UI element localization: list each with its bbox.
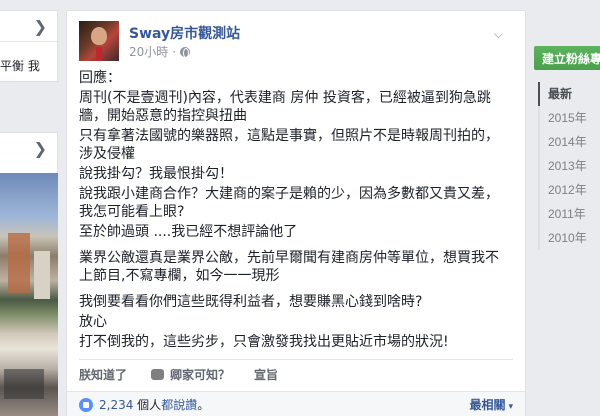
timeline-item-2015[interactable]: 2015年 (540, 106, 600, 130)
timeline-year-nav: 最新 2015年 2014年 2013年 2012年 2011年 2010年 (538, 82, 600, 250)
like-count-link[interactable]: 都說讚 (161, 398, 197, 412)
avatar-tie (96, 47, 102, 61)
like-count-unit: 個人 (133, 398, 162, 412)
comment-button[interactable]: 卿家可知？ (151, 366, 230, 383)
comment-icon (151, 369, 165, 380)
left-column: ❯ 平衡 我 ❯ (0, 0, 58, 416)
comment-label: 卿家可知？ (170, 368, 231, 382)
post-line: 回應： (79, 70, 121, 86)
action-bar: 朕知道了 卿家可知？ 宣旨 (79, 359, 513, 389)
post-line: 至於帥過頭 ....我已經不想評論他了 (79, 224, 298, 240)
post-meta: 20小時 · (129, 43, 191, 60)
building-shape (4, 369, 44, 399)
chevron-right-icon[interactable]: ❯ (34, 17, 47, 36)
post-line: 周刊(不是壹週刊)內容，代表建商 房仲 投資客，已經被逼到狗急跳牆，開始惡意的指… (79, 90, 491, 124)
left-card-photo: ❯ (0, 132, 58, 416)
timeline-item-latest[interactable]: 最新 (538, 82, 600, 106)
like-label: 朕知道了 (79, 368, 128, 382)
page-name-link[interactable]: Sway房市觀測站 (129, 23, 240, 43)
like-count-text: 2,234 個人都說讚。 (99, 396, 209, 413)
share-label: 宣旨 (254, 368, 279, 382)
city-photo[interactable] (0, 173, 58, 416)
divider (0, 41, 57, 42)
caret-down-icon: ▾ (508, 402, 513, 412)
post-body: 回應： 周刊(不是壹週刊)內容，代表建商 房仲 投資客，已經被逼到狗急跳牆，開始… (79, 69, 509, 353)
chevron-down-icon[interactable]: ⌵ (494, 27, 503, 42)
left-card-top: ❯ 平衡 我 (0, 10, 58, 82)
like-icon (79, 397, 93, 412)
left-card-text: 平衡 我 (0, 59, 40, 73)
create-page-button[interactable]: 建立粉絲專頁 (534, 46, 600, 70)
sort-label: 最相關 (469, 398, 506, 412)
post-card: Sway房市觀測站 20小時 · ⌵ 回應： 周刊(不是壹週刊)內容，代表建商 … (66, 10, 526, 416)
globe-icon (180, 46, 191, 58)
post-line: 只有拿著法國號的樂器照，這點是事實，但照片不是時報周刊拍的，涉及侵權 (79, 128, 499, 162)
like-count[interactable]: 2,234 (99, 398, 133, 412)
post-line: 業界公敵還真是業界公敵，先前早爾聞有建商房仲等單位，想買我不上節目,不寫專欄，如… (79, 250, 499, 284)
timeline-item-2012[interactable]: 2012年 (540, 178, 600, 202)
like-button[interactable]: 朕知道了 (79, 366, 127, 383)
share-button[interactable]: 宣旨 (254, 366, 278, 383)
separator: · (172, 44, 177, 59)
chevron-right-icon[interactable]: ❯ (34, 139, 47, 158)
post-header: Sway房市觀測站 20小時 · ⌵ (79, 21, 513, 61)
timeline-item-2013[interactable]: 2013年 (540, 154, 600, 178)
comment-sort-dropdown[interactable]: 最相關 ▾ (469, 396, 513, 413)
avatar-face (91, 27, 107, 45)
building-shape (34, 251, 50, 299)
post-line: 說我跟小建商合作？大建商的案子是賴的少，因為多數都又貴又差，我怎可能看上眼? (79, 186, 499, 220)
like-count-end: 。 (197, 398, 210, 412)
post-timestamp[interactable]: 20小時 (129, 43, 168, 60)
post-line: 放心 (79, 314, 107, 330)
timeline-item-2014[interactable]: 2014年 (540, 130, 600, 154)
post-line: 說我掛勾？我最恨掛勾！ (79, 166, 233, 182)
reaction-stats-bar: 2,234 個人都說讚。 最相關 ▾ (67, 391, 525, 416)
avatar[interactable] (79, 21, 119, 61)
post-line: 打不倒我的，這些劣步，只會激發我找出更貼近市場的狀況! (79, 334, 449, 350)
timeline-item-2010[interactable]: 2010年 (540, 226, 600, 250)
building-shape (8, 233, 30, 293)
timeline-item-2011[interactable]: 2011年 (540, 202, 600, 226)
post-line: 我倒要看看你們這些既得利益者，想要賺黑心錢到啥時? (79, 294, 423, 310)
